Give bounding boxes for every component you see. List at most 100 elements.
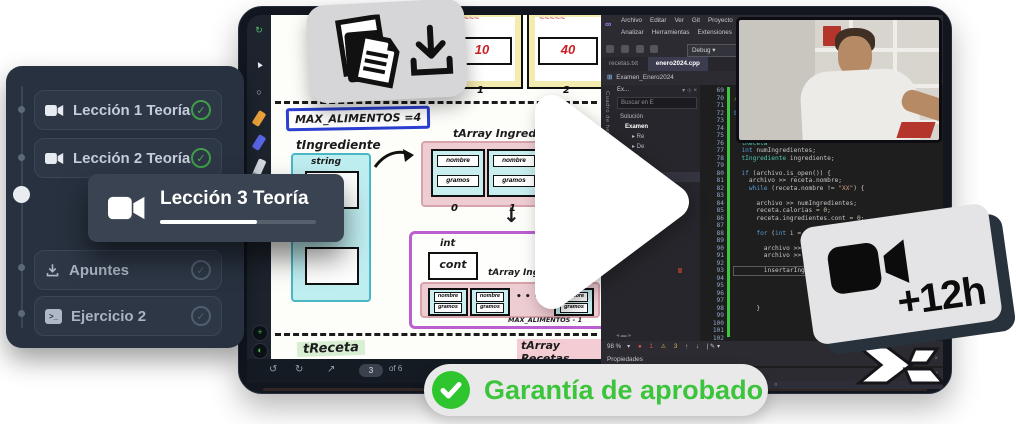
menu-item[interactable]: Extensiones (698, 29, 732, 36)
terminal-icon: >_ (45, 309, 62, 324)
guarantee-label: Garantía de aprobado (484, 375, 763, 406)
zoom-in-button[interactable]: + (252, 325, 268, 341)
highlighter-tool-icon[interactable] (252, 110, 267, 127)
page-total: of 6 (389, 364, 402, 373)
menu-item[interactable]: Herramientas (652, 29, 690, 36)
sidebar-item-apuntes[interactable]: Apuntes ✓ (34, 250, 222, 290)
lesson-label: Lección 3 Teoría (160, 188, 309, 210)
tree-item[interactable]: Examen (614, 122, 700, 132)
toolbar-icon[interactable] (636, 45, 644, 53)
cpp-file-icon: ⊞ (607, 74, 612, 81)
download-icon (407, 23, 456, 79)
zoom-level[interactable]: 98 % (607, 343, 621, 350)
cursor-tool-icon[interactable]: ▲ (246, 54, 272, 75)
promo-screenshot: ↻ ▲ ○ ▤ + ◐ ~~~~~ 10 ~~~~~ 40 1 2 MAX_A (0, 0, 1016, 424)
brand-x-logo (853, 343, 943, 387)
check-circle-icon: ✓ (191, 100, 211, 120)
undo-icon[interactable]: ↺ (269, 364, 277, 375)
sync-icon[interactable]: ↻ (247, 25, 271, 36)
filter-icon[interactable]: | ✎ ▾ (707, 343, 720, 350)
arrow-down-icon: ↓ (503, 203, 520, 227)
view-mode-button[interactable]: ◐ (252, 343, 268, 359)
red-scribble: ~~~~~ (539, 15, 597, 21)
chevron-down-icon[interactable]: ▾ (627, 343, 630, 350)
tree-item[interactable]: ▾ Ar (614, 162, 700, 172)
timeline-dot (18, 106, 25, 113)
visual-studio-logo-icon: ∞ (605, 19, 611, 29)
timeline-dot (18, 154, 25, 161)
timeline-dot (18, 264, 25, 271)
solution-explorer: Ex...▾ ⊹ × Buscar en E SoluciónExamen▸ R… (614, 85, 701, 341)
debug-config-dropdown[interactable]: Debug ▾ (687, 44, 739, 57)
guarantee-badge: Garantía de aprobado (424, 364, 768, 416)
panel-controls[interactable]: ▾ ⊹ × (682, 87, 697, 94)
webcam-video (736, 17, 942, 143)
git-change-bar (727, 87, 730, 337)
tab-enero2024[interactable]: enero2024.cpp (648, 57, 708, 71)
tree-item[interactable]: re (614, 192, 700, 202)
field-box (305, 247, 359, 285)
menu-item[interactable]: Analizar (621, 29, 644, 36)
red-book (896, 122, 935, 138)
toolbox-strip[interactable]: Cuadro de herramientas (601, 85, 615, 341)
sidebar-item-leccion2[interactable]: Lección 2 Teoría ✓ (34, 138, 222, 178)
cell-value: 40 (538, 37, 598, 65)
pen-tool-icon[interactable] (252, 134, 267, 151)
lesson-label: Lección 2 Teoría (73, 150, 191, 167)
lesson-label: Apuntes (69, 262, 191, 279)
horizontal-scrollbar[interactable]: ◂ ▬ ▸ (616, 332, 631, 339)
resize-icon[interactable]: ↗ (327, 364, 335, 375)
menu-item[interactable]: Ver (674, 17, 683, 24)
tree-item[interactable]: Ar (614, 152, 700, 162)
nav-up-icon[interactable]: ↑ (685, 343, 688, 350)
toolbar-icon[interactable] (621, 45, 629, 53)
bottom-label: tArray Recetas (517, 339, 601, 359)
tree-item[interactable]: ▸ ++ (614, 172, 700, 182)
bottom-label: tReceta (297, 340, 365, 357)
warning-count[interactable]: ⚠ 3 (661, 343, 678, 350)
progress-bar (160, 220, 316, 224)
redo-icon[interactable]: ↻ (295, 364, 303, 375)
nav-down-icon[interactable]: ↓ (696, 343, 699, 350)
lesson-label: Ejercicio 2 (71, 308, 191, 325)
tree-item[interactable]: ▸ De (614, 142, 700, 152)
documents-stack-icon (322, 13, 408, 93)
menu-item[interactable]: Editar (650, 17, 666, 24)
check-circle-icon: ✓ (191, 306, 211, 326)
menu-item[interactable]: Archivo (621, 17, 642, 24)
timeline-dot (18, 310, 25, 317)
page-number[interactable]: 3 (359, 364, 383, 377)
lesson-label: Lección 1 Teoría (73, 102, 191, 119)
field-type: string (311, 157, 341, 167)
tree-item[interactable]: Solución (614, 112, 700, 122)
record-box: int cont tArray Ingredientes nombre gram… (409, 231, 601, 329)
tree-item[interactable]: Ar (614, 182, 700, 192)
array-title: tArray Ingredientes (453, 127, 575, 140)
sidebar-item-leccion3-popup[interactable]: Lección 3 Teoría (88, 174, 344, 242)
toolbar-icon[interactable] (650, 45, 658, 53)
ellipsis: • • • (547, 163, 576, 176)
array-box: nombre gramos nombre gramos • • • (421, 141, 601, 207)
downloads-card (306, 0, 469, 104)
error-count[interactable]: ● 1 (638, 343, 653, 350)
menu-item[interactable]: Proyecto (708, 17, 733, 24)
cell-index: 2 (563, 85, 570, 96)
line-numbers: 6970717273747576777879808182838485868788… (700, 87, 724, 342)
check-circle-icon: ✓ (191, 148, 211, 168)
sidebar-item-leccion1[interactable]: Lección 1 Teoría ✓ (34, 90, 222, 130)
tab-recetas[interactable]: recetas.txt (601, 57, 646, 71)
explorer-search-input[interactable]: Buscar en E (617, 97, 697, 109)
toolbar-icon[interactable] (606, 45, 614, 53)
video-camera-icon (108, 195, 146, 221)
tree-item[interactable]: ▸ Re (614, 132, 700, 142)
menu-item[interactable]: Git (692, 17, 700, 24)
sidebar-item-ejercicio2[interactable]: >_ Ejercicio 2 ✓ (34, 296, 222, 336)
toolbox-vertical-label: Cuadro de herramientas (604, 91, 610, 165)
max-note: MAX_ALIMENTOS - 1 (508, 316, 582, 324)
cell-index: 1 (477, 85, 484, 96)
struct-title: tIngrediente (296, 138, 381, 152)
download-icon (45, 263, 60, 278)
lasso-tool-icon[interactable]: ○ (247, 87, 271, 97)
video-camera-icon (45, 104, 64, 117)
bell-icon[interactable]: ○ (774, 382, 777, 388)
